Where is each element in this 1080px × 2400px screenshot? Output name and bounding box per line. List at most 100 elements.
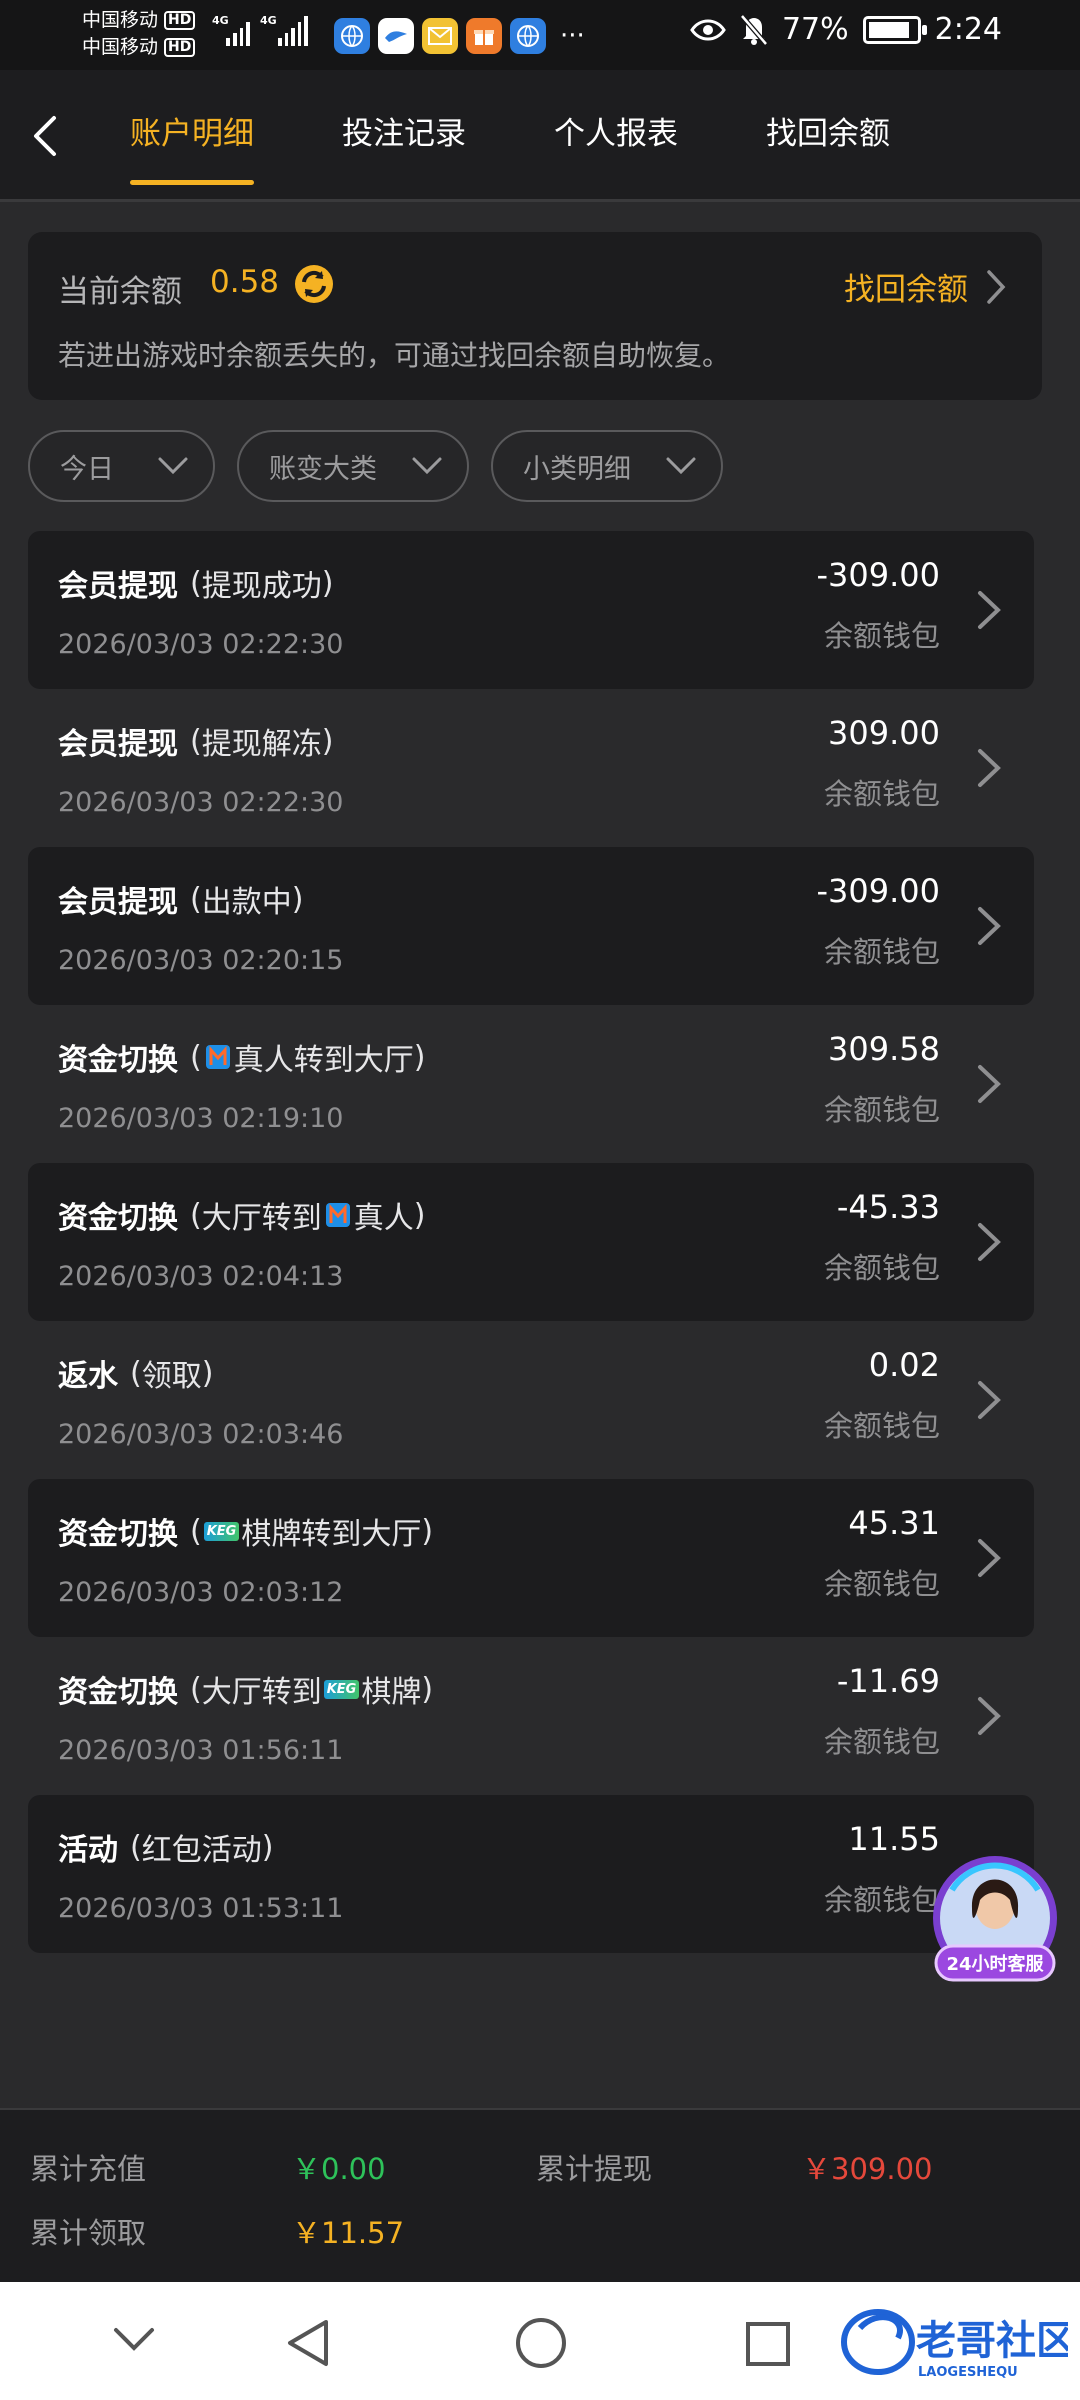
transaction-detail: (大厅转到 KEG 棋牌)	[190, 1671, 434, 1711]
transaction-row[interactable]: 活动(红包活动) 2026/03/03 01:53:11 11.55 余额钱包	[28, 1795, 1034, 1953]
chevron-right-icon	[978, 1539, 1001, 1577]
system-indicators: 77% 2:24	[690, 12, 1002, 47]
transaction-row[interactable]: 会员提现 (出款中) 2026/03/03 02:20:15 -309.00 余额…	[28, 847, 1034, 1005]
signal-indicators: 4G 4G	[212, 14, 308, 46]
transaction-wallet: 余额钱包	[823, 1409, 940, 1443]
recover-balance-link[interactable]: 找回余额	[844, 264, 1006, 309]
filter-bar: 今日 账变大类 小类明细	[28, 430, 723, 502]
balance-note: 若进出游戏时余额丢失的，可通过找回余额自助恢复。	[58, 339, 731, 372]
hd-badge: HD	[164, 11, 196, 30]
chevron-right-icon	[978, 1065, 1001, 1103]
transaction-time: 2026/03/03 02:03:46	[58, 1419, 344, 1450]
transaction-row[interactable]: 资金切换 (大厅转到 真人) 2026/03/03 02:04:13 -45.33…	[28, 1163, 1034, 1321]
browser-app-icon	[510, 18, 546, 54]
transaction-time: 2026/03/03 01:56:11	[58, 1735, 344, 1766]
transaction-row[interactable]: 返水 (领取) 2026/03/03 02:03:46 0.02 余额钱包	[28, 1321, 1034, 1479]
recover-balance-label: 找回余额	[844, 272, 968, 308]
total-claim-value: ￥11.57	[292, 2216, 405, 2250]
transaction-amount: 0.02	[868, 1346, 940, 1384]
transaction-amount: 45.31	[848, 1504, 940, 1542]
transaction-wallet: 余额钱包	[823, 1093, 940, 1127]
balance-value: 0.58	[210, 264, 280, 300]
transaction-wallet: 余额钱包	[823, 619, 940, 653]
transaction-row[interactable]: 资金切换 ( KEG 棋牌转到大厅) 2026/03/03 02:03:12 45.…	[28, 1479, 1034, 1637]
back-arrow-icon[interactable]	[30, 114, 60, 158]
category-filter-dropdown[interactable]: 账变大类	[237, 430, 469, 502]
tab-recover-balance[interactable]: 找回余额	[766, 108, 890, 153]
m-logo-icon	[205, 1045, 230, 1069]
transaction-detail: (出款中)	[190, 881, 304, 921]
transaction-time: 2026/03/03 02:03:12	[58, 1577, 344, 1608]
carrier-info: 中国移动 HD 中国移动 HD	[82, 7, 196, 61]
total-claim-label: 累计领取	[30, 2216, 147, 2250]
transaction-wallet: 余额钱包	[823, 935, 940, 969]
svg-text:老哥社区: 老哥社区	[916, 2318, 1068, 2364]
hd-badge: HD	[164, 38, 196, 57]
subcategory-filter-dropdown[interactable]: 小类明细	[491, 430, 723, 502]
battery-icon	[862, 15, 927, 44]
tab-account-details[interactable]: 账户明细	[130, 108, 254, 185]
system-navigation-bar: 老哥社区 LAOGESHEQU	[0, 2282, 1080, 2400]
transaction-row[interactable]: 会员提现 (提现成功) 2026/03/03 02:22:30 -309.00 余…	[28, 531, 1034, 689]
category-filter-label: 账变大类	[269, 453, 377, 485]
transaction-time: 2026/03/03 02:04:13	[58, 1261, 344, 1292]
battery-percent: 77%	[781, 12, 849, 47]
transaction-detail: (领取)	[130, 1355, 214, 1395]
keg-logo-icon: KEG	[323, 1679, 360, 1699]
transaction-time: 2026/03/03 01:53:11	[58, 1893, 344, 1924]
keg-logo-icon: KEG	[203, 1521, 240, 1541]
mute-bell-icon	[740, 13, 768, 46]
chevron-down-icon	[412, 457, 442, 475]
signal-icon: 4G	[260, 14, 308, 46]
transaction-row[interactable]: 资金切换 ( 真人转到大厅) 2026/03/03 02:19:10 309.58…	[28, 1005, 1034, 1163]
balance-card: 当前余额 0.58 找回余额 若进出游戏时余额丢失的，可通过找回余额自助恢复。	[28, 232, 1042, 400]
transaction-row[interactable]: 资金切换 (大厅转到 KEG 棋牌) 2026/03/03 01:56:11 -11…	[28, 1637, 1034, 1795]
eye-icon	[690, 19, 726, 40]
signal-icon: 4G	[212, 14, 250, 46]
transaction-type: 活动	[58, 1833, 118, 1868]
transaction-amount: -309.00	[816, 872, 940, 910]
transaction-wallet: 余额钱包	[823, 1567, 940, 1601]
carrier-1: 中国移动	[82, 9, 159, 31]
gift-app-icon	[466, 18, 502, 54]
transaction-type: 返水	[58, 1359, 118, 1394]
transaction-wallet: 余额钱包	[823, 777, 940, 811]
more-notifications-icon: ···	[560, 21, 585, 51]
transaction-type: 资金切换	[58, 1517, 178, 1552]
transaction-amount: -309.00	[816, 556, 940, 594]
tab-bet-records[interactable]: 投注记录	[342, 108, 466, 153]
browser-app-icon	[334, 18, 370, 54]
chevron-right-icon	[978, 591, 1001, 629]
transaction-amount: 309.00	[828, 714, 940, 752]
nav-recents-icon[interactable]	[744, 2320, 792, 2368]
total-withdraw-label: 累计提现	[536, 2152, 653, 2186]
watermark-logo: 老哥社区 LAOGESHEQU	[841, 2309, 1068, 2380]
subcategory-filter-label: 小类明细	[523, 453, 631, 485]
transaction-amount: -11.69	[836, 1662, 940, 1700]
mail-app-icon	[422, 18, 458, 54]
tab-personal-report[interactable]: 个人报表	[554, 108, 678, 153]
m-logo-icon	[325, 1203, 350, 1227]
nav-home-icon[interactable]	[514, 2316, 568, 2370]
date-filter-label: 今日	[60, 453, 114, 485]
transaction-row[interactable]: 会员提现 (提现解冻) 2026/03/03 02:22:30 309.00 余额…	[28, 689, 1034, 847]
transaction-list: 会员提现 (提现成功) 2026/03/03 02:22:30 -309.00 余…	[28, 531, 1034, 1953]
transaction-time: 2026/03/03 02:20:15	[58, 945, 344, 976]
total-withdraw-value: ￥309.00	[802, 2152, 933, 2186]
refresh-icon[interactable]	[292, 262, 336, 306]
transaction-type: 会员提现	[58, 885, 178, 920]
nav-back-icon[interactable]	[284, 2318, 332, 2368]
tab-bar: 账户明细 投注记录 个人报表 找回余额	[130, 108, 890, 185]
transaction-detail: (大厅转到 真人)	[190, 1197, 426, 1237]
notification-apps: ···	[334, 18, 585, 54]
bird-app-icon	[378, 18, 414, 54]
customer-service-button[interactable]: 24小时客服	[922, 1850, 1068, 1996]
transaction-time: 2026/03/03 02:19:10	[58, 1103, 344, 1134]
chevron-right-icon	[978, 1223, 1001, 1261]
balance-label: 当前余额	[58, 274, 182, 310]
chevron-down-icon	[666, 457, 696, 475]
date-filter-dropdown[interactable]: 今日	[28, 430, 215, 502]
transaction-type: 会员提现	[58, 569, 178, 604]
collapse-chevron-icon[interactable]	[112, 2326, 156, 2354]
transaction-amount: -45.33	[836, 1188, 940, 1226]
